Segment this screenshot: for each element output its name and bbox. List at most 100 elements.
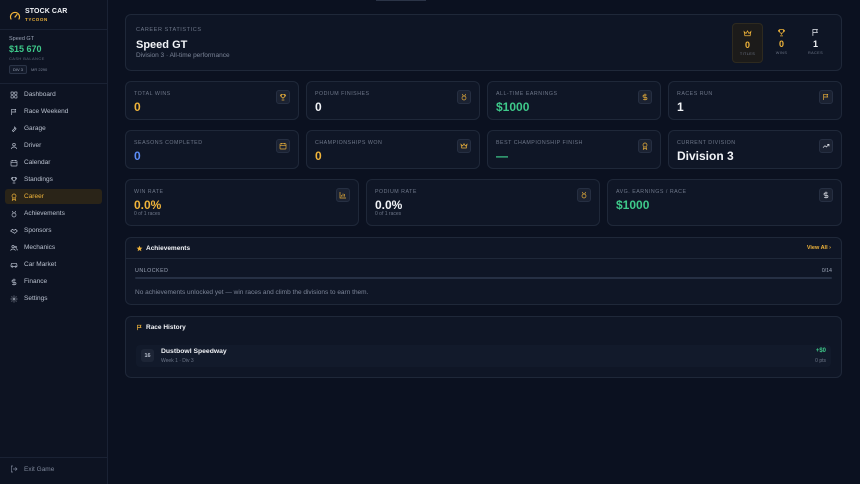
race-points: 0 pts [815,358,826,364]
stat-value: 0 [315,149,322,163]
sidebar-item-label: Dashboard [24,91,56,98]
stat-icon-box [336,188,350,202]
stat-icon-box [457,139,471,153]
race-prize: +$0 [815,348,826,354]
sidebar-item-car-market[interactable]: Car Market [5,257,102,272]
sidebar-item-standings[interactable]: Standings [5,172,102,187]
logout-icon [11,465,18,473]
unlocked-count: 0/14 [821,268,832,274]
sidebar: STOCK CAR TYCOON Speed GT $15 670 CASH B… [0,0,108,484]
view-all-link[interactable]: View All › [807,245,831,251]
medal-icon [581,191,587,199]
sidebar-item-label: Mechanics [24,244,56,251]
achievements-card: Achievements View All › UNLOCKED 0/14 No… [125,237,842,305]
medal-icon [11,210,17,217]
sidebar-nav: Dashboard Race Weekend Garage Driver Cal… [5,87,102,308]
achievements-empty-text: No achievements unlocked yet — win races… [135,289,369,296]
stat-value: 0 [134,149,141,163]
sidebar-item-label: Driver [24,142,42,149]
hero-stat-value: 0 [744,40,750,50]
car-icon [10,262,18,268]
sidebar-item-label: Car Market [24,261,57,268]
sidebar-item-label: Career [24,193,44,200]
hero-stat-label: TITLES [739,52,756,56]
stat-card-championships-won: CHAMPIONSHIPS WON 0 [306,130,480,169]
sidebar-item-calendar[interactable]: Calendar [5,155,102,170]
stat-label: RACES RUN [677,91,713,97]
stat-card-races-run: RACES RUN 1 [668,81,842,120]
sidebar-item-finance[interactable]: Finance [5,274,102,289]
flag-icon [823,94,829,100]
cash-balance-label: CASH BALANCE [9,56,45,61]
race-history-card: Race History 16 Dustbowl Speedway Week 1… [125,316,842,378]
sidebar-item-sponsors[interactable]: Sponsors [5,223,102,238]
sidebar-item-achievements[interactable]: Achievements [5,206,102,221]
view-all-label: View All [806,245,828,251]
stat-card-current-division: CURRENT DIVISION Division 3 [668,130,842,169]
trend-up-icon [822,144,830,148]
stat-label: AVG. EARNINGS / RACE [616,189,687,195]
hero-stat-titles: 0 TITLES [732,23,763,63]
career-hero-card: CAREER STATISTICS Speed GT Division 3 · … [125,14,842,71]
race-position-badge: 16 [141,349,154,362]
sidebar-item-label: Calendar [24,159,51,166]
calendar-icon [279,143,287,150]
unlocked-label: UNLOCKED [135,268,169,274]
sidebar-item-career[interactable]: Career [5,189,102,204]
stat-icon-box [819,90,833,104]
stat-icon-box [638,90,652,104]
team-summary: Speed GT $15 670 CASH BALANCE DIV 3 MR 2… [9,36,47,74]
speedometer-icon [9,11,21,20]
sidebar-item-garage[interactable]: Garage [5,121,102,136]
race-track-name: Dustbowl Speedway [161,348,227,355]
stat-value: $1000 [616,198,650,212]
trophy-icon [10,176,18,183]
stat-icon-box [276,139,290,153]
app-logo: STOCK CAR TYCOON [9,8,67,22]
race-meta: Week 1 · Div 3 [161,358,194,364]
crown-icon [460,142,468,149]
stat-value: 0 [315,100,322,114]
stat-value: — [496,149,508,163]
page-title: Speed GT [136,39,188,51]
division-badge: DIV 3 [9,65,28,74]
stat-value: Division 3 [677,149,734,163]
calendar-icon [10,159,18,166]
crown-icon [743,30,752,37]
stat-card-avg-earnings: AVG. EARNINGS / RACE $1000 [607,179,842,226]
hero-stat-label: WINS [775,51,788,55]
flag-icon [137,324,142,331]
app-title: STOCK CAR [25,8,68,15]
dollar-icon [11,278,17,285]
hero-stat-wins: 0 WINS [766,23,797,63]
stat-icon-box [819,139,833,153]
stat-icon-box [276,90,290,104]
handshake-icon [10,228,18,234]
sidebar-item-race-weekend[interactable]: Race Weekend [5,104,102,119]
stat-label: PODIUM FINISHES [315,91,370,97]
users-icon [10,244,18,251]
hero-stat-label: RACES [807,51,824,55]
sidebar-item-settings[interactable]: Settings [5,291,102,306]
exit-game-button[interactable]: Exit Game [10,465,54,473]
sidebar-item-label: Settings [24,295,48,302]
divider [126,258,841,259]
sidebar-item-label: Standings [24,176,53,183]
sidebar-item-label: Sponsors [24,227,52,234]
hero-stat-value: 1 [812,39,818,49]
achievements-progress-bar [135,277,832,279]
stat-card-win-rate: WIN RATE 0.0% 0 of 1 races [125,179,359,226]
sidebar-item-label: Finance [24,278,48,285]
divider [0,29,108,30]
dollar-icon [823,191,829,199]
stat-foot: 0 of 1 races [134,211,161,217]
stat-icon-box [577,188,591,202]
stat-label: CHAMPIONSHIPS WON [315,140,383,146]
divider [0,457,108,458]
section-title: Achievements [146,245,191,252]
sidebar-item-driver[interactable]: Driver [5,138,102,153]
app-subtitle: TYCOON [25,17,48,22]
sidebar-item-mechanics[interactable]: Mechanics [5,240,102,255]
race-history-row[interactable]: 16 Dustbowl Speedway Week 1 · Div 3 +$0 … [136,345,831,367]
sidebar-item-dashboard[interactable]: Dashboard [5,87,102,102]
